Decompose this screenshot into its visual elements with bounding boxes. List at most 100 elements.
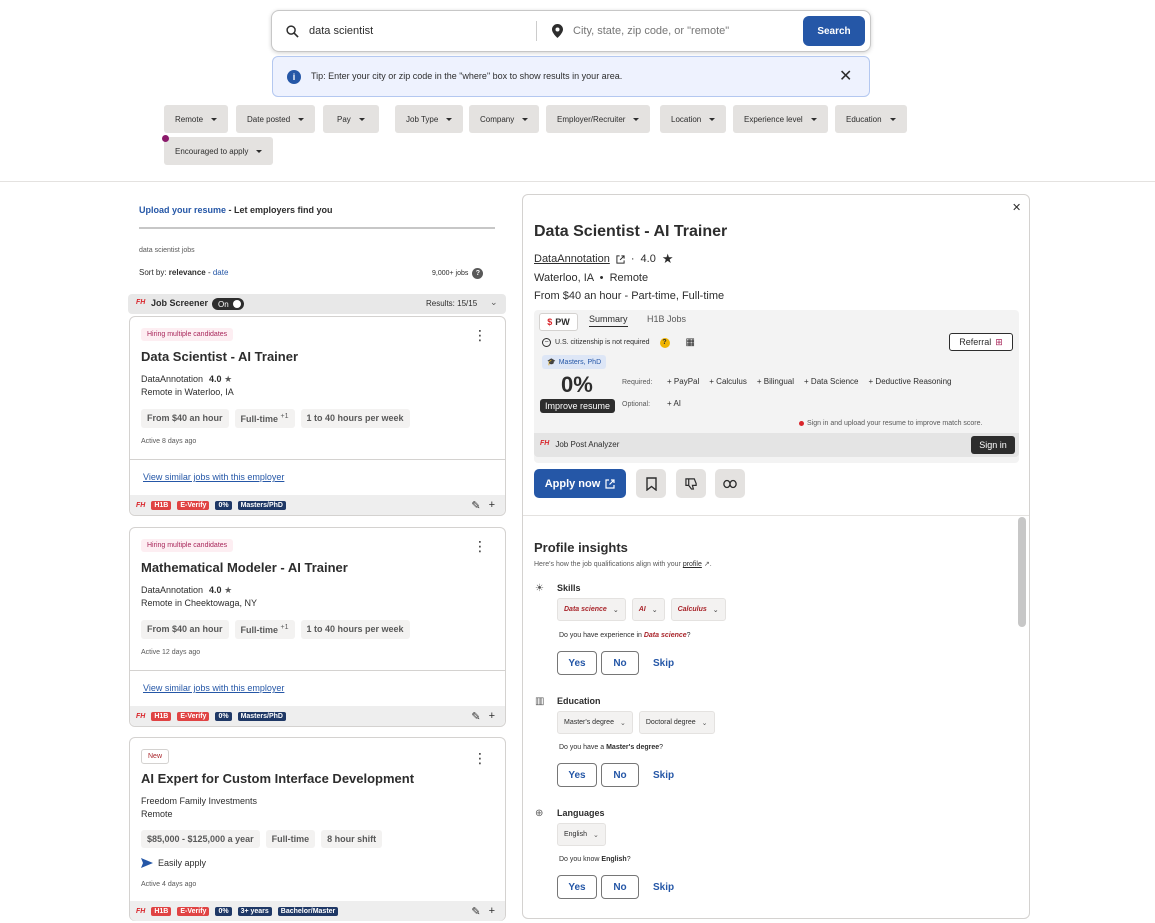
- education-pill[interactable]: Master's degree ⌄: [557, 711, 633, 734]
- more-options-icon[interactable]: ⋮: [473, 539, 487, 553]
- required-skill[interactable]: + PayPal: [667, 377, 699, 386]
- subtitle-text: Here's how the job qualifications align …: [534, 561, 683, 568]
- not-interested-button[interactable]: [676, 469, 706, 498]
- card-divider: [130, 670, 505, 671]
- where-input[interactable]: City, state, zip code, or "remote": [573, 25, 729, 37]
- caret-down-icon: [709, 117, 716, 121]
- yes-button[interactable]: Yes: [557, 651, 597, 675]
- sign-in-button[interactable]: Sign in: [971, 436, 1015, 454]
- graduation-cap-icon: 🎓: [547, 359, 556, 366]
- filter-date-posted[interactable]: Date posted: [236, 105, 316, 133]
- improve-resume-button[interactable]: Improve resume: [540, 399, 616, 413]
- optional-skill[interactable]: + AI: [667, 399, 681, 408]
- chevron-down-icon: ⌄: [612, 606, 619, 614]
- filter-experience-level[interactable]: Experience level: [733, 105, 828, 133]
- skip-button[interactable]: Skip: [653, 658, 674, 669]
- hours-chip: 1 to 40 hours per week: [300, 620, 410, 639]
- job-title[interactable]: Mathematical Modeler - AI Trainer: [141, 560, 348, 575]
- job-screener-toggle[interactable]: On: [212, 298, 244, 310]
- what-input[interactable]: data scientist: [309, 25, 373, 37]
- where-field[interactable]: City, state, zip code, or "remote": [552, 11, 729, 51]
- what-field[interactable]: data scientist: [286, 11, 373, 51]
- filter-remote[interactable]: Remote: [164, 105, 229, 133]
- referral-button[interactable]: Referral ⊞: [949, 333, 1013, 351]
- skill-pill[interactable]: Calculus ⌄: [670, 598, 726, 621]
- filter-encouraged-to-apply[interactable]: Encouraged to apply: [164, 137, 274, 165]
- chevron-down-icon[interactable]: ⌄: [490, 297, 498, 308]
- job-card[interactable]: New ⋮ AI Expert for Custom Interface Dev…: [129, 737, 506, 921]
- view-similar-link[interactable]: View similar jobs with this employer: [143, 683, 284, 693]
- no-button[interactable]: No: [601, 651, 639, 675]
- plus-icon[interactable]: +: [489, 710, 495, 723]
- pencil-icon[interactable]: ✎: [471, 710, 480, 723]
- no-button[interactable]: No: [601, 763, 639, 787]
- tab-h1b-jobs[interactable]: H1B Jobs: [647, 314, 686, 324]
- skip-button[interactable]: Skip: [653, 882, 674, 893]
- chip-plus: +1: [280, 413, 289, 420]
- job-card[interactable]: Hiring multiple candidates ⋮ Data Scient…: [129, 316, 506, 516]
- profile-link[interactable]: profile: [683, 561, 702, 568]
- language-pill[interactable]: English ⌄: [557, 823, 606, 846]
- sort-date-link[interactable]: date: [213, 268, 229, 277]
- plus-icon[interactable]: +: [489, 499, 495, 512]
- job-title[interactable]: Data Scientist - AI Trainer: [141, 349, 298, 364]
- close-icon[interactable]: ✕: [839, 66, 852, 86]
- filter-job-type[interactable]: Job Type: [395, 105, 464, 133]
- education-answer: Yes No Skip: [557, 763, 674, 787]
- job-card[interactable]: Hiring multiple candidates ⋮ Mathematica…: [129, 527, 506, 727]
- job-title[interactable]: AI Expert for Custom Interface Developme…: [141, 771, 414, 786]
- skill-pill[interactable]: AI ⌄: [631, 598, 665, 621]
- pw-badge[interactable]: $ PW: [539, 313, 578, 331]
- no-button[interactable]: No: [601, 875, 639, 899]
- help-icon[interactable]: ?: [472, 268, 484, 279]
- help-icon[interactable]: ?: [659, 337, 670, 348]
- skip-button[interactable]: Skip: [653, 770, 674, 781]
- card-footer: FH H1B E-Verify 0% Masters/PhD ✎ +: [130, 495, 505, 515]
- more-options-icon[interactable]: ⋮: [473, 751, 487, 765]
- skill-text: Data Science: [810, 377, 859, 386]
- detail-company: DataAnnotation · 4.0 ★: [534, 251, 673, 267]
- job-location: Remote in Cheektowaga, NY: [141, 598, 258, 608]
- filter-company[interactable]: Company: [469, 105, 540, 133]
- copy-link-button[interactable]: [715, 469, 745, 498]
- plus-icon[interactable]: +: [489, 905, 495, 918]
- yes-button[interactable]: Yes: [557, 875, 597, 899]
- pencil-icon[interactable]: ✎: [471, 905, 480, 918]
- type-chip: Full-time: [265, 830, 316, 848]
- apply-label: Apply now: [544, 477, 601, 490]
- yes-button[interactable]: Yes: [557, 763, 597, 787]
- filter-education[interactable]: Education: [835, 105, 907, 133]
- filter-label: Date posted: [247, 114, 291, 124]
- sort-relevance[interactable]: relevance: [169, 268, 206, 277]
- close-icon[interactable]: ✕: [1012, 201, 1021, 214]
- more-options-icon[interactable]: ⋮: [473, 328, 487, 342]
- filter-pay[interactable]: Pay: [323, 105, 379, 133]
- languages-question: Do you know English?: [559, 856, 631, 863]
- view-similar-link[interactable]: View similar jobs with this employer: [143, 472, 284, 482]
- chevron-down-icon: ⌄: [712, 606, 719, 614]
- job-location: Remote: [141, 809, 173, 819]
- search-button[interactable]: Search: [803, 16, 865, 46]
- filter-employer-recruiter[interactable]: Employer/Recruiter: [546, 105, 651, 133]
- type-chip: Full-time +1: [234, 620, 295, 639]
- scrollbar[interactable]: [1018, 517, 1026, 627]
- skill-pill[interactable]: Data science ⌄: [557, 598, 626, 621]
- search-bar: data scientist City, state, zip code, or…: [271, 10, 871, 52]
- apply-now-button[interactable]: Apply now: [534, 469, 626, 498]
- hiring-badge: Hiring multiple candidates: [141, 328, 234, 341]
- tab-summary[interactable]: Summary: [589, 314, 628, 327]
- pencil-icon[interactable]: ✎: [471, 499, 480, 512]
- filter-location[interactable]: Location: [660, 105, 727, 133]
- education-pill[interactable]: Doctoral degree ⌄: [638, 711, 715, 734]
- match-score: 0%: [561, 372, 593, 397]
- company-name: Freedom Family Investments: [141, 796, 258, 806]
- required-skill[interactable]: + Calculus: [709, 377, 747, 386]
- required-skill[interactable]: + Bilingual: [757, 377, 794, 386]
- upload-resume-link[interactable]: Upload your resume: [139, 205, 226, 215]
- save-job-button[interactable]: [636, 469, 666, 498]
- company-link[interactable]: DataAnnotation: [534, 253, 610, 265]
- skills-title: Skills: [557, 583, 581, 593]
- hours-chip: 1 to 40 hours per week: [300, 409, 410, 428]
- required-skill[interactable]: + Data Science: [804, 377, 859, 386]
- required-skill[interactable]: + Deductive Reasoning: [869, 377, 952, 386]
